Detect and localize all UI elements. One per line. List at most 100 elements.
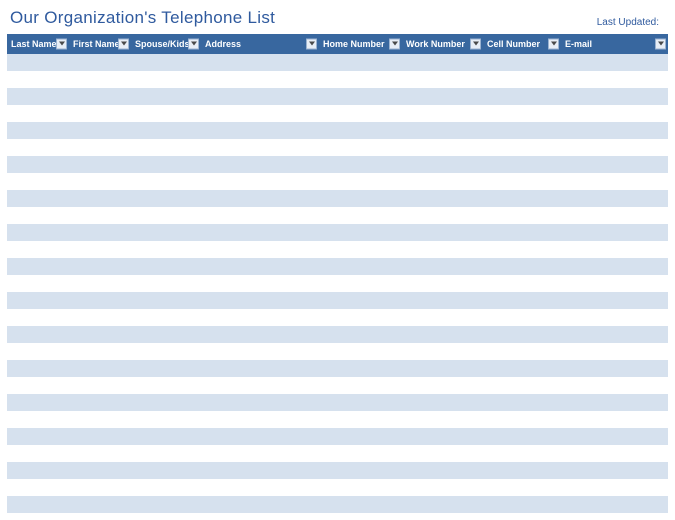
table-cell[interactable] [131,190,201,207]
table-cell[interactable] [131,71,201,88]
table-cell[interactable] [201,105,319,122]
table-cell[interactable] [69,54,131,71]
table-cell[interactable] [319,309,402,326]
table-cell[interactable] [69,105,131,122]
table-cell[interactable] [7,173,69,190]
column-header-first-name[interactable]: First Name [69,34,131,54]
table-cell[interactable] [131,496,201,513]
table-cell[interactable] [131,139,201,156]
table-cell[interactable] [561,292,668,309]
table-cell[interactable] [131,445,201,462]
table-cell[interactable] [131,428,201,445]
table-cell[interactable] [483,462,561,479]
table-cell[interactable] [561,275,668,292]
table-cell[interactable] [69,156,131,173]
table-cell[interactable] [319,224,402,241]
table-cell[interactable] [561,54,668,71]
table-cell[interactable] [402,173,483,190]
table-cell[interactable] [483,139,561,156]
table-cell[interactable] [483,479,561,496]
table-cell[interactable] [69,241,131,258]
table-cell[interactable] [7,139,69,156]
table-cell[interactable] [131,326,201,343]
table-cell[interactable] [7,360,69,377]
table-cell[interactable] [402,241,483,258]
table-cell[interactable] [483,275,561,292]
table-cell[interactable] [319,462,402,479]
table-cell[interactable] [319,241,402,258]
table-cell[interactable] [319,326,402,343]
table-cell[interactable] [201,190,319,207]
table-cell[interactable] [483,71,561,88]
table-cell[interactable] [483,54,561,71]
table-cell[interactable] [561,343,668,360]
table-cell[interactable] [402,411,483,428]
table-cell[interactable] [131,156,201,173]
table-cell[interactable] [201,54,319,71]
filter-dropdown-icon[interactable] [118,39,129,50]
table-cell[interactable] [201,462,319,479]
table-cell[interactable] [131,241,201,258]
table-cell[interactable] [483,343,561,360]
table-cell[interactable] [402,258,483,275]
table-cell[interactable] [561,496,668,513]
table-cell[interactable] [7,224,69,241]
table-cell[interactable] [7,411,69,428]
table-cell[interactable] [402,139,483,156]
table-cell[interactable] [561,224,668,241]
table-cell[interactable] [69,360,131,377]
table-cell[interactable] [483,445,561,462]
table-cell[interactable] [402,343,483,360]
table-cell[interactable] [483,428,561,445]
table-cell[interactable] [561,309,668,326]
table-cell[interactable] [201,88,319,105]
table-cell[interactable] [402,479,483,496]
table-cell[interactable] [131,105,201,122]
table-cell[interactable] [402,207,483,224]
table-cell[interactable] [201,241,319,258]
table-cell[interactable] [69,190,131,207]
table-cell[interactable] [402,122,483,139]
table-cell[interactable] [201,479,319,496]
table-cell[interactable] [319,496,402,513]
table-cell[interactable] [402,105,483,122]
table-cell[interactable] [483,394,561,411]
filter-dropdown-icon[interactable] [188,39,199,50]
table-cell[interactable] [319,156,402,173]
column-header-work-number[interactable]: Work Number [402,34,483,54]
table-cell[interactable] [402,496,483,513]
table-cell[interactable] [319,105,402,122]
table-cell[interactable] [201,156,319,173]
table-cell[interactable] [69,88,131,105]
table-cell[interactable] [561,156,668,173]
table-cell[interactable] [131,275,201,292]
table-cell[interactable] [319,88,402,105]
table-cell[interactable] [561,88,668,105]
table-cell[interactable] [69,224,131,241]
table-cell[interactable] [402,292,483,309]
table-cell[interactable] [483,105,561,122]
table-cell[interactable] [402,88,483,105]
table-cell[interactable] [201,258,319,275]
table-cell[interactable] [69,496,131,513]
table-cell[interactable] [561,394,668,411]
table-cell[interactable] [131,479,201,496]
table-cell[interactable] [7,207,69,224]
table-cell[interactable] [7,309,69,326]
table-cell[interactable] [7,156,69,173]
table-cell[interactable] [561,173,668,190]
table-cell[interactable] [561,326,668,343]
table-cell[interactable] [7,496,69,513]
table-cell[interactable] [402,445,483,462]
table-cell[interactable] [201,394,319,411]
table-cell[interactable] [319,139,402,156]
filter-dropdown-icon[interactable] [655,39,666,50]
table-cell[interactable] [7,275,69,292]
table-cell[interactable] [201,122,319,139]
table-cell[interactable] [7,88,69,105]
table-cell[interactable] [483,122,561,139]
table-cell[interactable] [131,292,201,309]
table-cell[interactable] [483,224,561,241]
table-cell[interactable] [131,258,201,275]
table-cell[interactable] [561,139,668,156]
